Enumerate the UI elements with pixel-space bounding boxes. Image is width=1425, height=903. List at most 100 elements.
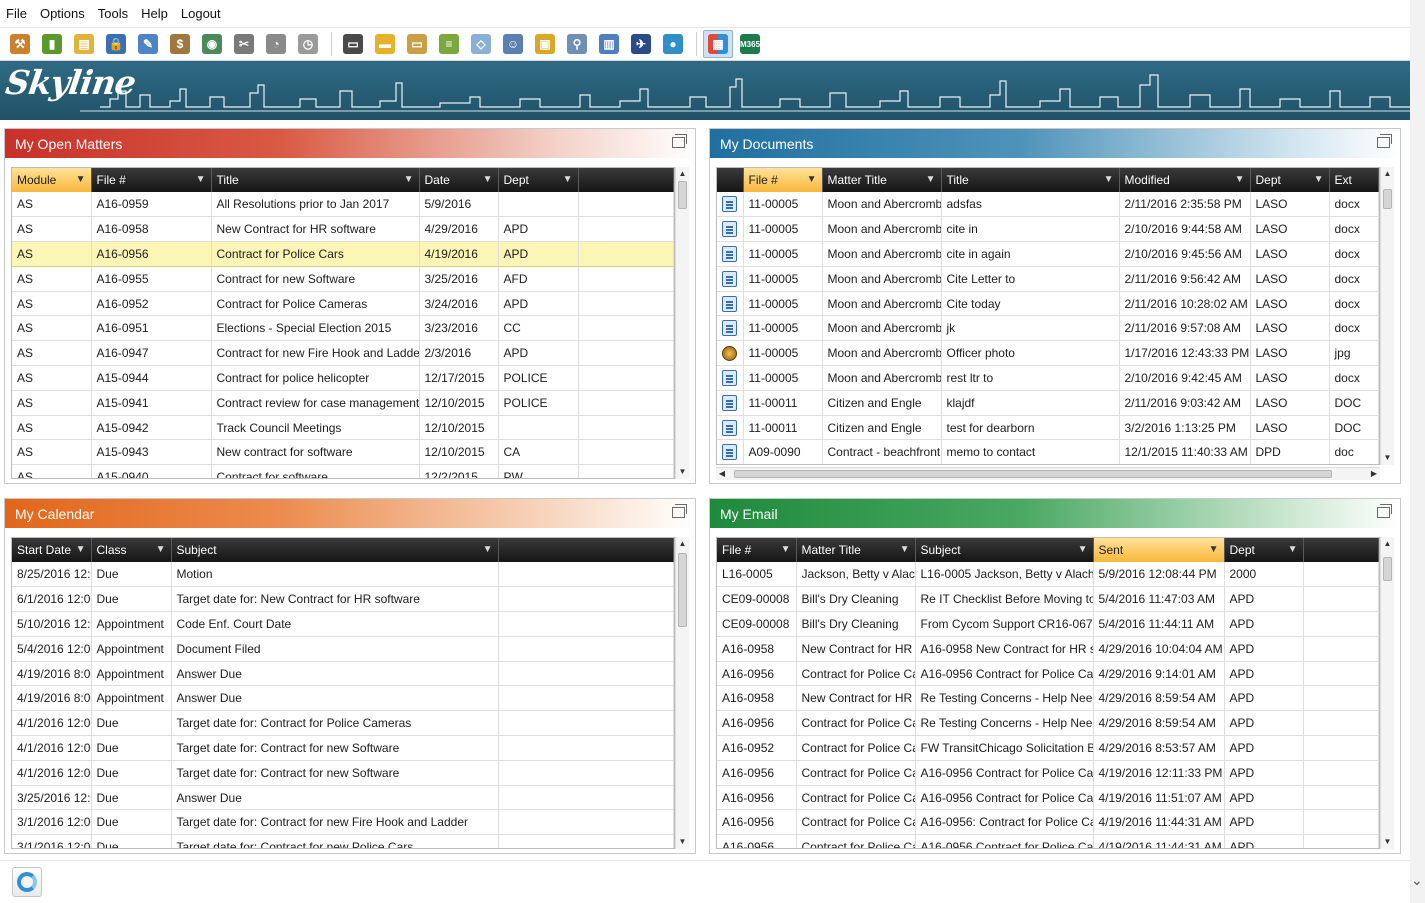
clipboard-button[interactable]: ▣ [530,30,560,58]
column-header-modified[interactable]: Modified ▼ [1119,168,1251,192]
column-header-blank[interactable] [578,168,674,192]
restore-icon[interactable] [672,504,687,518]
tools-button[interactable]: ✂ [229,30,259,58]
vertical-scrollbar[interactable]: ▲ ▼ [1380,537,1394,849]
table-row[interactable]: 4/1/2016 12:00 Due Target date for: Contra… [12,760,674,786]
open-folder-button[interactable]: ▭ [402,30,432,58]
book-button[interactable]: ▮ [37,30,67,58]
column-header-title[interactable]: Title ▼ [941,168,1120,192]
filter-icon[interactable]: ▼ [781,544,791,555]
contact-card-button[interactable]: ▥ [594,30,624,58]
menu-logout[interactable]: Logout [179,6,232,21]
column-header-ext[interactable]: Ext [1329,168,1379,192]
filter-icon[interactable]: ▼ [404,174,414,185]
table-row[interactable]: 11-00005 Moon and Abercrombie rest ltr to 2… [717,365,1379,391]
scroll-thumb[interactable] [1383,557,1392,581]
scroll-up-icon[interactable]: ▲ [1381,537,1394,551]
horizontal-scrollbar[interactable]: ◀ ▶ [716,467,1380,480]
filter-icon[interactable]: ▼ [1314,174,1324,185]
magnifier-document-button[interactable]: ⚲ [562,30,592,58]
table-row[interactable]: AS A16-0955 Contract for new Software 3/25/… [12,266,674,292]
m365-button[interactable]: M365 [735,30,765,58]
airplane-button[interactable]: ✈ [626,30,656,58]
column-header-blank[interactable] [1303,538,1379,562]
scroll-thumb[interactable] [678,553,687,627]
column-header-blank[interactable] [498,538,674,562]
scroll-left-icon[interactable]: ◀ [716,468,728,480]
filter-icon[interactable]: ▼ [483,544,493,555]
column-header-matter-title[interactable]: Matter Title ▼ [822,168,942,192]
table-row[interactable]: 11-00005 Moon and Abercrombie cite in 2/10/… [717,216,1379,243]
scroll-down-icon[interactable]: ▼ [1381,451,1394,465]
lock-button[interactable]: 🔒 [101,30,131,58]
filter-icon[interactable]: ▼ [1209,544,1219,555]
table-row[interactable]: AS A15-0940 Contract for software 12/2/2015… [12,464,674,478]
menu-options[interactable]: Options [38,6,96,21]
table-row[interactable]: 11-00005 Moon and Abercrombie Officer phot… [717,340,1379,367]
table-row[interactable]: 11-00005 Moon and Abercrombie adsfas 2/11/2… [717,192,1379,218]
table-row[interactable]: A16-0956Contract for Police CarsA16-0956… [717,760,1379,786]
table-row[interactable]: AS A16-0956 Contract for Police Cars 4/19/2… [12,241,674,267]
table-row[interactable]: 5/10/2016 12:00AppointmentCode Enf. Cour… [12,611,674,637]
user-search-button[interactable]: ☺ [498,30,528,58]
table-row[interactable]: L16-0005Jackson, Betty v AlachuaL16-0005… [717,562,1379,588]
filter-icon[interactable]: ▼ [76,174,86,185]
filter-icon[interactable]: ▼ [76,544,86,555]
restore-icon[interactable] [1377,504,1392,518]
filter-icon[interactable]: ▼ [563,174,573,185]
column-header-start-date[interactable]: Start Date ▼ [12,538,92,562]
scroll-thumb[interactable] [734,470,1332,478]
column-header-module[interactable]: Module ▼ [12,168,92,192]
filter-icon[interactable]: ▼ [1288,544,1298,555]
stopwatch-button[interactable]: ◔ [261,30,291,58]
table-row[interactable]: 4/19/2016 8:00 Appointment Answer Due [12,685,674,712]
table-row[interactable]: A16-0952Contract for Police CamerasFW Tr… [717,735,1379,761]
scroll-down-icon[interactable]: ▼ [676,835,689,849]
gavel-button[interactable]: ⚒ [5,30,35,58]
scroll-right-icon[interactable]: ▶ [1368,468,1380,480]
column-header-subject[interactable]: Subject ▼ [915,538,1094,562]
table-row[interactable]: 3/1/2016 12:00 Due Target date for: Contra… [12,809,674,836]
filter-icon[interactable]: ▼ [900,544,910,555]
table-row[interactable]: AS A15-0943 New contract for software 12/10… [12,439,674,466]
table-row[interactable]: 4/1/2016 12:00 Due Target date for: Contra… [12,710,674,737]
table-row[interactable]: AS A15-0941 Contract review for case manag… [12,390,674,416]
filter-icon[interactable]: ▼ [1104,174,1114,185]
table-row[interactable]: 11-00005 Moon and Abercrombie Cite today 2/… [717,291,1379,317]
column-header-file[interactable]: File # ▼ [91,168,212,192]
column-header-file[interactable]: File # ▼ [743,168,823,192]
table-row[interactable]: 3/25/2016 12:00DueAnswer Due [12,785,674,811]
table-row[interactable]: 11-00005 Moon and Abercrombie cite in agai… [717,241,1379,267]
vertical-scrollbar[interactable]: ▲ ▼ [675,537,689,849]
table-row[interactable]: A16-0958New Contract for HR softwareA16-… [717,636,1379,662]
clock-button[interactable]: ◷ [293,30,323,58]
table-row[interactable]: A09-0090 Contract - beachfront memo to con… [717,439,1379,464]
table-row[interactable]: 4/1/2016 12:00 Due Target date for: Contra… [12,735,674,761]
table-row[interactable]: 11-00011 Citizen and Engle klajdf 2/11/2016… [717,390,1379,416]
scroll-up-icon[interactable]: ▲ [676,167,689,181]
filter-icon[interactable]: ▼ [156,544,166,555]
column-header-matter-title[interactable]: Matter Title ▼ [796,538,916,562]
table-row[interactable]: A16-0956Contract for Police CarsA16-0956… [717,834,1379,848]
column-header-dept[interactable]: Dept ▼ [498,168,579,192]
menu-file[interactable]: File [4,6,38,21]
menu-tools[interactable]: Tools [96,6,139,21]
folder-note-button[interactable]: ▤ [69,30,99,58]
table-row[interactable]: AS A15-0942 Track Council Meetings 12/10/20… [12,415,674,441]
filter-icon[interactable]: ▼ [1078,544,1088,555]
printer-button[interactable]: ▭ [338,30,368,58]
refresh-button[interactable] [12,867,42,897]
column-header-sent[interactable]: Sent ▼ [1093,538,1225,562]
column-header-title[interactable]: Title ▼ [211,168,420,192]
scroll-thumb[interactable] [1383,189,1392,209]
column-header-date[interactable]: Date ▼ [419,168,499,192]
chevron-down-icon[interactable]: ⌄ [1411,872,1423,889]
restore-icon[interactable] [672,134,687,148]
column-header-class[interactable]: Class ▼ [91,538,172,562]
scroll-down-icon[interactable]: ▼ [1381,835,1394,849]
highlight-button[interactable]: ≡ [434,30,464,58]
scroll-thumb[interactable] [678,181,687,209]
table-row[interactable]: A16-0956Contract for Police CarsRe Testi… [717,710,1379,737]
table-row[interactable]: AS A16-0959 All Resolutions prior to Jan 2… [12,192,674,218]
dashboard-button[interactable]: ▦ [703,30,733,58]
